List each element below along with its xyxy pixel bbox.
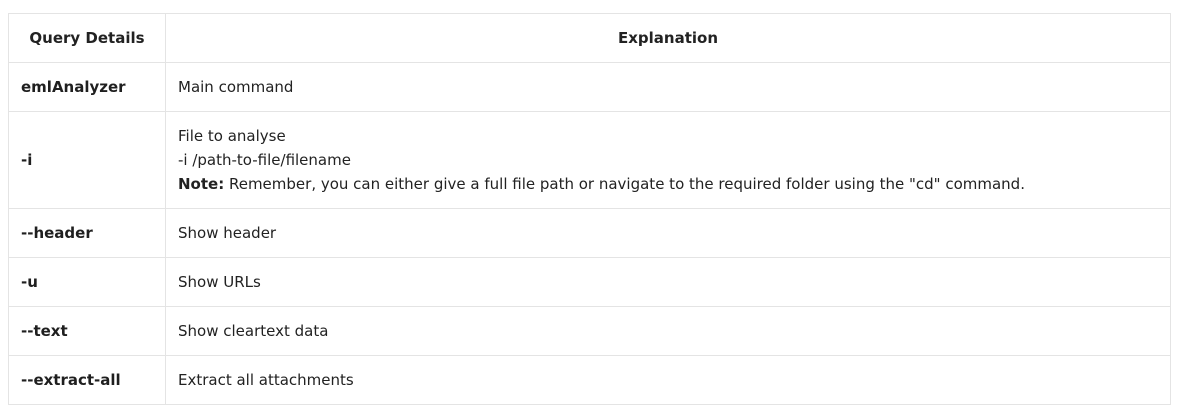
explanation-cell: Main command xyxy=(165,62,1171,112)
table-row: -i File to analyse -i /path-to-file/file… xyxy=(8,111,1171,209)
explanation-cell: File to analyse -i /path-to-file/filenam… xyxy=(165,111,1171,209)
explanation-line: File to analyse xyxy=(178,127,286,145)
option-cell: -u xyxy=(8,257,166,307)
note-line: Note: Remember, you can either give a fu… xyxy=(178,172,1158,196)
table-row: --header Show header xyxy=(8,208,1171,258)
query-details-table: Query Details Explanation emlAnalyzer Ma… xyxy=(8,13,1171,405)
explanation-line: Extract all attachments xyxy=(178,371,354,389)
explanation-line: Show cleartext data xyxy=(178,322,329,340)
table-header-row: Query Details Explanation xyxy=(8,13,1171,63)
explanation-cell: Extract all attachments xyxy=(165,355,1171,405)
explanation-line: Show URLs xyxy=(178,273,261,291)
option-cell: --header xyxy=(8,208,166,258)
note-label: Note: xyxy=(178,175,225,193)
table-row: emlAnalyzer Main command xyxy=(8,62,1171,112)
explanation-cell: Show header xyxy=(165,208,1171,258)
page: Query Details Explanation emlAnalyzer Ma… xyxy=(0,0,1181,415)
explanation-cell: Show URLs xyxy=(165,257,1171,307)
table-row: -u Show URLs xyxy=(8,257,1171,307)
table-row: --extract-all Extract all attachments xyxy=(8,355,1171,405)
column-header-explanation: Explanation xyxy=(165,13,1171,63)
explanation-cell: Show cleartext data xyxy=(165,306,1171,356)
option-cell: -i xyxy=(8,111,166,209)
note-text: Remember, you can either give a full fil… xyxy=(224,175,1025,193)
explanation-line: Main command xyxy=(178,78,294,96)
column-header-query-details: Query Details xyxy=(8,13,166,63)
explanation-line: Show header xyxy=(178,224,277,242)
option-cell: --extract-all xyxy=(8,355,166,405)
option-cell: emlAnalyzer xyxy=(8,62,166,112)
option-cell: --text xyxy=(8,306,166,356)
table-row: --text Show cleartext data xyxy=(8,306,1171,356)
explanation-line: -i /path-to-file/filename xyxy=(178,151,351,169)
